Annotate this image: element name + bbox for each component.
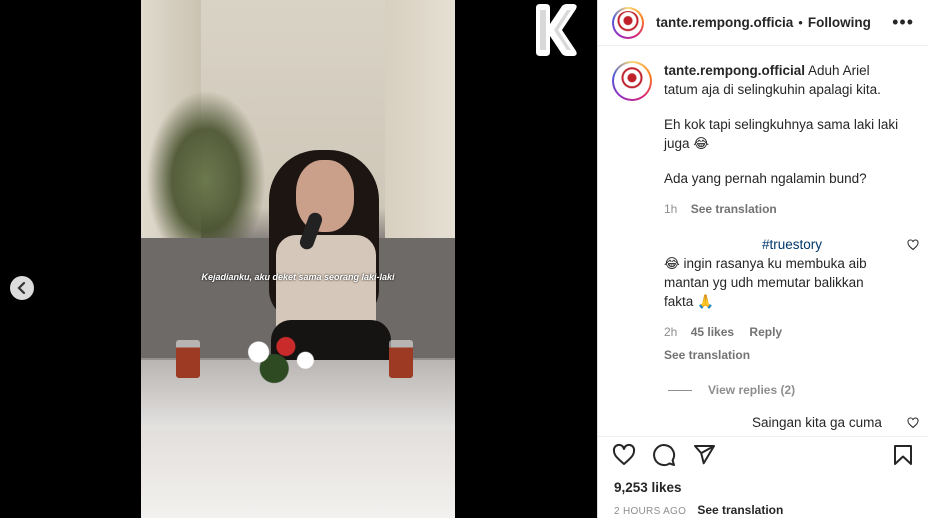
media-pane: Kejadianku, aku deket sama seorang laki-… <box>0 0 597 518</box>
following-button[interactable]: Following <box>808 15 871 30</box>
header-separator: • <box>798 15 803 30</box>
view-replies-label: View replies (2) <box>708 383 796 397</box>
comment-item: #truestory 😂 ingin rasanya ku membuka ai… <box>598 219 928 365</box>
save-bookmark-icon[interactable] <box>891 443 915 467</box>
post-timestamp: 2 HOURS AGO <box>614 506 687 517</box>
comment-text: 😂 ingin rasanya ku membuka aib mantan yg… <box>664 256 867 309</box>
comment-item: Saingan kita ga cuma <box>598 397 928 430</box>
video-bg-plant <box>146 90 266 240</box>
video-bg-wall-right <box>385 0 455 240</box>
video-glass <box>389 340 413 378</box>
share-send-icon[interactable] <box>692 443 716 467</box>
video-flowers <box>243 330 321 385</box>
previous-button[interactable] <box>10 276 34 300</box>
chevron-left-icon <box>17 282 26 294</box>
header-username[interactable]: tante.rempong.officia <box>656 15 793 30</box>
post-time-row: 2 HOURS AGO See translation <box>614 503 783 517</box>
comment-meta: 2h 45 likes Reply See translation <box>664 323 894 365</box>
caption-meta: 1h See translation <box>664 200 904 219</box>
video-stage <box>141 430 455 518</box>
comment-see-translation[interactable]: See translation <box>664 348 750 362</box>
post-see-translation[interactable]: See translation <box>697 503 783 517</box>
comment-hashtag[interactable]: #truestory <box>762 237 822 252</box>
watermark-k-logo-icon <box>536 4 577 56</box>
caption-text-line3: Ada yang pernah ngalamin bund? <box>664 171 867 186</box>
caption-avatar[interactable] <box>612 61 652 101</box>
comment-bubble-icon[interactable] <box>652 443 676 467</box>
comment-like-heart-icon[interactable] <box>907 239 919 251</box>
comment-time: 2h <box>664 325 678 339</box>
view-replies-button[interactable]: View replies (2) <box>598 365 928 397</box>
caption-text-line2: Eh kok tapi selingkuhnya sama laki laki … <box>664 117 899 151</box>
comment-text: Saingan kita ga cuma <box>752 415 882 430</box>
comment-like-heart-icon[interactable] <box>907 417 919 429</box>
caption-username[interactable]: tante.rempong.official <box>664 63 805 78</box>
like-heart-icon[interactable] <box>612 443 636 467</box>
comments-list[interactable]: tante.rempong.official Aduh Ariel tatum … <box>598 47 928 435</box>
avatar[interactable] <box>612 6 644 39</box>
post-actions-bar <box>598 436 928 472</box>
view-replies-divider <box>668 389 692 391</box>
post-details-pane: tante.rempong.officia • Following ••• ta… <box>597 0 928 518</box>
comment-likes[interactable]: 45 likes <box>691 325 734 339</box>
caption-time: 1h <box>664 202 678 216</box>
caption-see-translation[interactable]: See translation <box>691 202 777 216</box>
post-caption: tante.rempong.official Aduh Ariel tatum … <box>598 47 928 219</box>
video-glass <box>176 340 200 378</box>
video-subtitle: Kejadianku, aku deket sama seorang laki-… <box>201 272 395 282</box>
comment-reply-button[interactable]: Reply <box>749 325 782 339</box>
post-video[interactable]: Kejadianku, aku deket sama seorang laki-… <box>141 0 455 518</box>
post-header: tante.rempong.officia • Following ••• <box>598 0 928 46</box>
caption-body: tante.rempong.official Aduh Ariel tatum … <box>664 61 904 219</box>
more-options-button[interactable]: ••• <box>892 12 914 33</box>
video-person-face <box>296 160 354 232</box>
post-likes-count[interactable]: 9,253 likes <box>614 480 682 495</box>
